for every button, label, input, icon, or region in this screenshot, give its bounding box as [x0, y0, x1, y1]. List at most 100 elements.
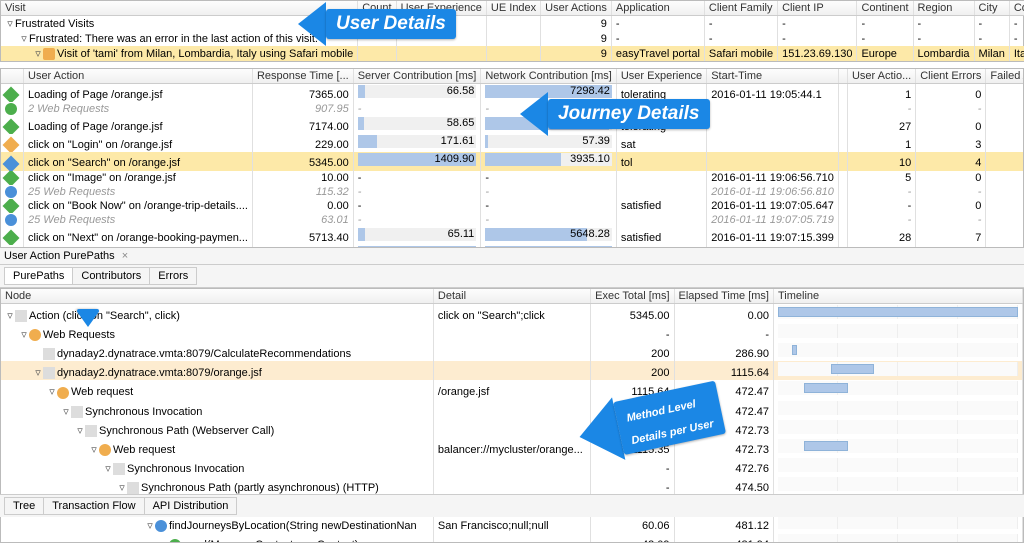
tree-row[interactable]: ▿dynaday2.dynatrace.vmta:8079/orange.jsf… — [1, 361, 1023, 380]
cell — [838, 185, 847, 199]
column-header[interactable]: Region — [913, 1, 974, 16]
tree-row[interactable]: ▿Synchronous Path (partly asynchronous) … — [1, 476, 1023, 495]
cell — [616, 171, 706, 185]
visit-row[interactable]: ▿Frustrated: There was an error in the l… — [1, 31, 1024, 46]
user-action-row[interactable]: 2 Web Requests 907.95 - - ---0.00 — [1, 102, 1024, 116]
tree-row[interactable]: ▿Synchronous Path (Webserver Call) - 472… — [1, 419, 1023, 438]
column-header[interactable] — [1, 69, 24, 84]
column-header[interactable]: User Experience — [616, 69, 706, 84]
user-action-row[interactable]: 25 Web Requests 63.01 - - 2016-01-11 19:… — [1, 213, 1024, 227]
cell — [433, 476, 590, 495]
tab-tree[interactable]: Tree — [4, 497, 44, 515]
cell: 43.09 — [591, 533, 674, 543]
user-action-row[interactable]: Loading of Page /orange.jsf 7174.00 58.6… — [1, 116, 1024, 134]
user-action-row[interactable]: click on "Login" on /orange.jsf 229.00 1… — [1, 134, 1024, 152]
tree-row[interactable]: ▸send(MessageContext msgContext) 43.09 4… — [1, 533, 1023, 543]
tab-api-distribution[interactable]: API Distribution — [144, 497, 238, 515]
cell — [396, 46, 486, 61]
cell: - — [986, 185, 1024, 199]
expander-icon[interactable]: ▸ — [159, 538, 169, 543]
column-header[interactable]: Timeline — [774, 289, 1023, 304]
expander-icon[interactable]: ▿ — [75, 424, 85, 437]
user-action-row[interactable]: click on "Next" on /orange-booking-payme… — [1, 227, 1024, 245]
expander-icon[interactable]: ▿ — [33, 366, 43, 379]
visit-row[interactable]: ▿Visit of 'tami' from Milan, Lombardia, … — [1, 46, 1024, 61]
user-action-row[interactable]: click on "Book Now" on /orange-trip-deta… — [1, 199, 1024, 213]
cell: - — [778, 31, 857, 46]
column-header[interactable]: City — [974, 1, 1009, 16]
user-action-row[interactable]: Loading of Page /orange.jsf 7365.00 66.5… — [1, 84, 1024, 103]
callout-arrow-down — [77, 309, 99, 327]
expander-icon[interactable]: ▿ — [61, 405, 71, 418]
expander-icon[interactable]: ▿ — [117, 481, 127, 494]
node-icon — [113, 463, 125, 475]
expander-icon[interactable]: ▿ — [103, 462, 113, 475]
expander-icon[interactable]: ▿ — [47, 385, 57, 398]
cell: Italy — [1009, 46, 1024, 61]
cell — [616, 185, 706, 199]
expander-icon[interactable]: ▿ — [5, 309, 15, 322]
tab-transaction-flow[interactable]: Transaction Flow — [43, 497, 144, 515]
column-header[interactable]: Response Time [... — [252, 69, 353, 84]
column-header[interactable]: Failed Actions — [986, 69, 1024, 84]
column-header[interactable]: Start-Time — [707, 69, 839, 84]
user-action-row[interactable]: click on "Search" on /orange.jsf 5345.00… — [1, 152, 1024, 170]
cell — [838, 199, 847, 213]
visit-row[interactable]: ▿Frustrated Visits 19-------- — [1, 16, 1024, 32]
column-header[interactable]: Network Contribution [ms] — [481, 69, 617, 84]
cell: 5345.00 — [252, 152, 353, 170]
column-header[interactable]: Node — [1, 289, 433, 304]
node-icon — [29, 329, 41, 341]
close-icon[interactable]: × — [122, 250, 128, 262]
tree-row[interactable]: ▿Synchronous Invocation - 472.76 — [1, 457, 1023, 476]
cell: balancer://mycluster/orange... — [433, 438, 590, 457]
cell: 1 — [847, 134, 915, 152]
tree-row[interactable]: ▿Action (click on "Search", click) click… — [1, 304, 1023, 324]
tree-row[interactable]: ▿Web Requests - - — [1, 323, 1023, 342]
cell: - — [611, 31, 704, 46]
timeline-cell — [774, 380, 1023, 399]
cell: 2016-01-11 19:07:15.399 — [707, 227, 839, 245]
expander-icon[interactable]: ▿ — [19, 328, 29, 341]
column-header[interactable]: Client Errors — [916, 69, 986, 84]
cell: 25 Web Requests — [24, 213, 253, 227]
column-header[interactable]: Country — [1009, 1, 1024, 16]
column-header[interactable]: Detail — [433, 289, 590, 304]
column-header[interactable]: Continent — [857, 1, 913, 16]
column-header[interactable]: Application — [611, 1, 704, 16]
column-header[interactable]: UE Index — [486, 1, 540, 16]
node-icon — [43, 348, 55, 360]
tree-row[interactable]: ▿Web request /orange.jsf 1115.64 472.47 — [1, 380, 1023, 399]
user-action-row[interactable]: click on "Image" on /orange.jsf 10.00 - … — [1, 171, 1024, 185]
expander-icon[interactable]: ▿ — [145, 519, 155, 532]
column-header[interactable]: User Action — [24, 69, 253, 84]
column-header[interactable] — [838, 69, 847, 84]
cell: Loading of Page /orange.jsf — [24, 84, 253, 103]
user-actions-table: User ActionResponse Time [...Server Cont… — [0, 68, 1024, 248]
column-header[interactable]: Elapsed Time [ms] — [674, 289, 773, 304]
column-header[interactable]: Server Contribution [ms] — [353, 69, 481, 84]
tab-errors[interactable]: Errors — [149, 267, 197, 285]
timeline-cell — [774, 304, 1023, 324]
tab-contributors[interactable]: Contributors — [72, 267, 150, 285]
cell: ▿Visit of 'tami' from Milan, Lombardia, … — [1, 46, 358, 61]
tab-user-action-purepaths[interactable]: User Action PurePaths — [4, 250, 115, 262]
tree-row[interactable]: ▿Web request balancer://mycluster/orange… — [1, 438, 1023, 457]
cell: 1115.64 — [674, 361, 773, 380]
user-action-row[interactable]: 25 Web Requests 115.32 - - 2016-01-11 19… — [1, 185, 1024, 199]
cell: - — [847, 213, 915, 227]
column-header[interactable]: Client IP — [778, 1, 857, 16]
cell: 57.39 — [481, 134, 617, 152]
tree-row[interactable]: ▿Synchronous Invocation - 472.47 — [1, 400, 1023, 419]
tree-row[interactable]: dynaday2.dynatrace.vmta:8079/CalculateRe… — [1, 342, 1023, 361]
action-icon — [3, 155, 20, 170]
tab-purepaths[interactable]: PurePaths — [4, 267, 73, 285]
cell: - — [974, 16, 1009, 32]
column-header[interactable]: Exec Total [ms] — [591, 289, 674, 304]
expander-icon[interactable]: ▿ — [89, 443, 99, 456]
column-header[interactable]: Client Family — [704, 1, 777, 16]
cell: 3935.10 — [481, 152, 617, 170]
cell: 0 — [986, 227, 1024, 245]
column-header[interactable]: User Actio... — [847, 69, 915, 84]
column-header[interactable]: User Actions — [541, 1, 612, 16]
